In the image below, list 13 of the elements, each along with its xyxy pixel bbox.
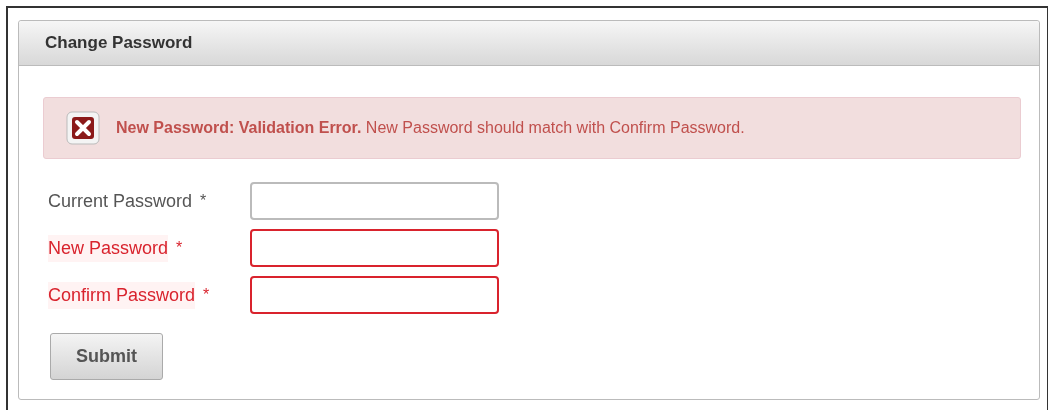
password-field[interactable] [250,276,499,314]
required-mark: * [200,191,207,211]
required-mark: * [176,238,183,258]
error-message: New Password: Validation Error. New Password should match with Confirm Password. [116,118,745,138]
required-mark: * [203,285,210,305]
password-field[interactable] [250,229,499,267]
field-label: New Password [48,234,169,262]
field-label: Current Password [48,189,193,213]
error-icon [66,111,100,145]
field-label: Confirm Password [48,281,196,309]
submit-button[interactable]: Submit [50,333,163,380]
password-field[interactable] [250,182,499,220]
panel-title: Change Password [45,32,193,55]
